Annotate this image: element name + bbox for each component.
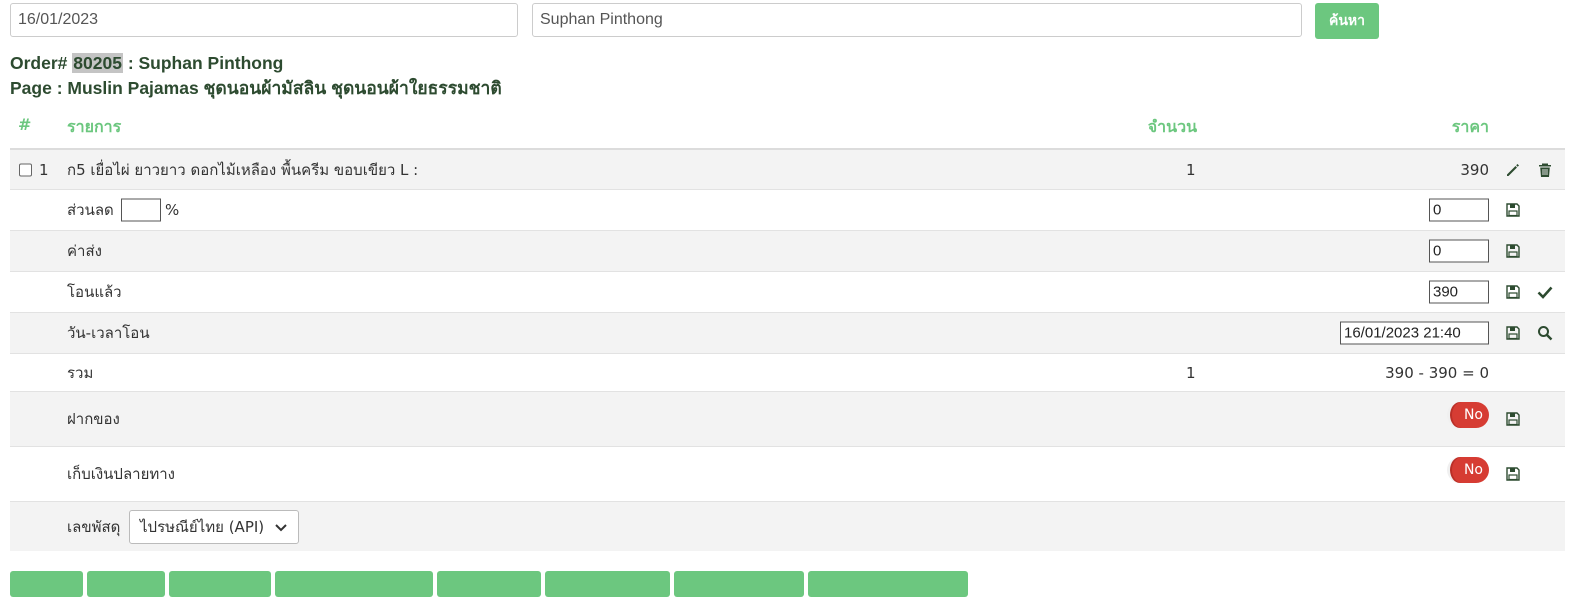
order-prefix: Order# [10, 53, 68, 73]
action-button-3[interactable] [169, 571, 271, 597]
item-price: 390 [1460, 160, 1489, 179]
item-quantity: 1 [1186, 160, 1196, 179]
table-row-transfer-time: วัน-เวลาโอน 16/01/2023 21:40 [10, 312, 1565, 353]
total-label: รวม [67, 363, 94, 382]
header-quantity: จำนวน [1147, 117, 1197, 136]
action-button-2[interactable] [87, 571, 165, 597]
total-quantity: 1 [1186, 363, 1196, 382]
customer-name-input[interactable] [532, 3, 1302, 37]
tracking-label: เลขพัสดุ [67, 517, 121, 536]
discount-percent-input[interactable] [121, 198, 161, 222]
save-icon[interactable] [1504, 465, 1522, 483]
table-row-tracking: เลขพัสดุ ไปรษณีย์ไทย (API) [10, 501, 1565, 551]
order-page-line: Page : Muslin Pajamas ชุดนอนผ้ามัสลิน ชุ… [10, 78, 502, 98]
save-icon[interactable] [1504, 242, 1522, 260]
deposit-toggle[interactable]: No [1447, 402, 1489, 428]
carrier-select-value: ไปรษณีย์ไทย (API) [140, 517, 265, 536]
action-button-bar [10, 571, 968, 597]
search-icon[interactable] [1536, 324, 1554, 342]
action-button-6[interactable] [545, 571, 670, 597]
transfer-time-label: วัน-เวลาโอน [67, 324, 150, 342]
order-customer: : Suphan Pinthong [127, 53, 284, 73]
cod-label: เก็บเงินปลายทาง [67, 465, 175, 483]
search-button[interactable]: ค้นหา [1315, 3, 1379, 39]
header-number: # [18, 115, 32, 134]
save-icon[interactable] [1504, 201, 1522, 219]
trash-icon[interactable] [1536, 161, 1554, 179]
check-icon[interactable] [1536, 283, 1554, 301]
table-row-cod: เก็บเงินปลายทาง No [10, 446, 1565, 501]
action-button-1[interactable] [10, 571, 83, 597]
deposit-label: ฝากของ [67, 410, 120, 428]
discount-value-input[interactable]: 0 [1429, 198, 1489, 222]
table-row-total: รวม 1 390 - 390 = 0 [10, 353, 1565, 391]
transfer-time-input[interactable]: 16/01/2023 21:40 [1340, 321, 1489, 345]
action-button-4[interactable] [275, 571, 433, 597]
chevron-down-icon [272, 518, 290, 536]
table-row-discount: ส่วนลด % 0 [10, 189, 1565, 230]
action-button-8[interactable] [808, 571, 968, 597]
search-bar: ค้นหา [10, 3, 1390, 39]
header-price: ราคา [1451, 117, 1489, 136]
shipping-label: ค่าส่ง [67, 242, 102, 260]
save-icon[interactable] [1504, 283, 1522, 301]
shipping-value-input[interactable]: 0 [1429, 239, 1489, 263]
table-row-shipping: ค่าส่ง 0 [10, 230, 1565, 271]
header-item: รายการ [67, 117, 122, 136]
table-row-deposit: ฝากของ No [10, 391, 1565, 446]
item-index: 1 [39, 160, 49, 179]
item-name: ก5 เยื่อไผ่ ยาวยาว ดอกไม้เหลือง พื้นครีม… [67, 160, 419, 179]
pencil-icon[interactable] [1504, 161, 1522, 179]
table-row-transferred: โอนแล้ว 390 [10, 271, 1565, 312]
discount-label: ส่วนลด [67, 201, 114, 219]
transferred-value-input[interactable]: 390 [1429, 280, 1489, 304]
save-icon[interactable] [1504, 324, 1522, 342]
order-heading: Order# 80205 : Suphan Pinthong [10, 51, 502, 76]
action-button-5[interactable] [437, 571, 541, 597]
item-checkbox[interactable] [19, 163, 32, 176]
transferred-label: โอนแล้ว [67, 283, 122, 301]
order-number: 80205 [72, 53, 123, 73]
carrier-select[interactable]: ไปรษณีย์ไทย (API) [129, 509, 300, 544]
save-icon[interactable] [1504, 410, 1522, 428]
date-input[interactable] [10, 3, 518, 37]
percent-sign: % [165, 201, 180, 219]
cod-toggle[interactable]: No [1447, 457, 1489, 483]
action-button-7[interactable] [674, 571, 804, 597]
table-row-item: 1 ก5 เยื่อไผ่ ยาวยาว ดอกไม้เหลือง พื้นคร… [10, 148, 1565, 189]
total-formula: 390 - 390 = 0 [1385, 363, 1489, 382]
order-title: Order# 80205 : Suphan Pinthong Page : Mu… [10, 51, 502, 101]
